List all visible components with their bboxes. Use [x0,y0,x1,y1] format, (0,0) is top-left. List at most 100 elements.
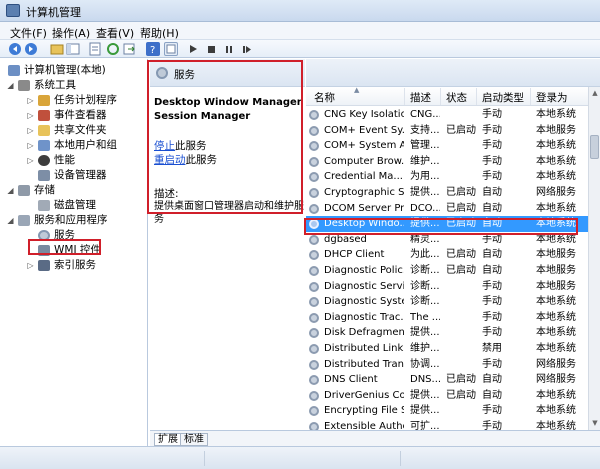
service-name: Diagnostic Polic... [324,265,404,276]
restart-icon[interactable] [240,42,254,56]
tab-extended[interactable]: 扩展 [154,433,182,446]
help-icon[interactable]: ? [146,42,160,56]
service-description: CNG... [410,109,440,120]
col-name[interactable]: 名称 [314,90,335,105]
service-name: Credential Ma... [324,171,403,183]
col-description[interactable]: 描述 [410,90,431,105]
service-row[interactable]: Disk Defragmen... 提供... 手动 本地系统 [306,325,588,341]
index-icon [38,260,50,271]
service-log-on-as: 本地服务 [536,124,576,136]
service-description: 提供... [410,389,440,401]
menu-action[interactable]: 操作(A) [52,25,90,41]
service-log-on-as: 网络服务 [536,187,576,198]
scroll-thumb[interactable] [590,135,599,159]
service-log-on-as: 本地系统 [536,389,576,401]
col-status[interactable]: 状态 [446,90,467,105]
service-startup-type: 手动 [482,405,502,417]
service-row[interactable]: dgbased 精灵... 手动 本地系统 [306,232,588,248]
scroll-down-icon[interactable]: ▼ [591,419,599,427]
up-folder-icon[interactable] [50,42,64,56]
stop-icon[interactable] [204,42,218,56]
service-startup-type: 手动 [482,140,502,152]
service-startup-type: 手动 [482,171,502,183]
export-icon[interactable] [122,42,136,56]
window-title: 计算机管理 [26,6,81,19]
service-row[interactable]: Diagnostic Servi... 诊断... 手动 本地服务 [306,279,588,295]
console-tree-icon[interactable] [66,42,80,56]
service-startup-type: 手动 [482,311,502,323]
service-row[interactable]: COM+ Event Sy... 支持... 已启动 手动 本地服务 [306,123,588,139]
service-row[interactable]: DHCP Client 为此... 已启动 自动 本地服务 [306,247,588,263]
clock-icon [38,95,50,106]
service-startup-type: 自动 [482,389,502,401]
menu-view[interactable]: 查看(V) [96,25,134,41]
gear-icon [156,67,168,79]
restart-service-link[interactable]: 重启动此服务 [154,152,217,167]
expand-icon[interactable]: ▷ [26,126,35,135]
collapse-icon[interactable]: ◢ [6,186,15,195]
service-row[interactable]: Credential Ma... 为用... 手动 本地系统 [306,169,588,185]
properties-icon[interactable] [88,42,102,56]
service-startup-type: 手动 [482,155,502,167]
scroll-up-icon[interactable]: ▲ [591,89,599,97]
menu-file[interactable]: 文件(F) [10,25,47,41]
service-description: 为此... [410,249,440,261]
service-row[interactable]: DriverGenius Co... 提供... 已启动自动 本地系统 [306,388,588,404]
service-gear-icon [309,234,319,245]
service-startup-type: 自动 [482,187,502,198]
service-status: 已启动 [446,187,476,198]
expand-icon[interactable]: ▷ [26,141,35,150]
view-icon[interactable] [164,42,178,56]
service-row[interactable]: Computer Brow... 维护... 手动 本地系统 [306,154,588,170]
service-log-on-as: 本地系统 [536,140,576,152]
collapse-icon[interactable]: ◢ [6,216,15,225]
service-startup-type: 自动 [482,265,502,276]
service-startup-type: 自动 [482,249,502,261]
service-row[interactable]: Extensible Authe... 可扩... 手动 本地系统 [306,419,588,430]
expand-icon[interactable]: ▷ [26,96,35,105]
pause-icon[interactable] [222,42,236,56]
tab-standard[interactable]: 标准 [180,433,208,446]
vertical-scrollbar[interactable]: ▲ ▼ [588,87,600,430]
col-log-on-as[interactable]: 登录为 [536,90,568,105]
service-log-on-as: 本地系统 [536,218,576,230]
service-status: 已启动 [446,249,476,261]
forward-icon[interactable] [24,42,38,56]
service-row[interactable]: Distributed Tran... 协调... 手动 网络服务 [306,357,588,373]
service-row[interactable]: Diagnostic Polic... 诊断... 已启动 自动 本地服务 [306,263,588,279]
service-gear-icon [309,328,319,339]
service-gear-icon [309,110,319,120]
service-row[interactable]: Distributed Link ... 维护... 禁用 本地系统 [306,341,588,357]
service-description: 可扩... [410,421,440,430]
service-name: CNG Key Isolation [324,109,404,120]
expand-icon[interactable]: ▷ [26,261,35,270]
service-log-on-as: 本地系统 [536,311,576,323]
play-icon[interactable] [186,42,200,56]
expand-icon[interactable]: ▷ [26,111,35,120]
service-row[interactable]: Desktop Windo... 提供... 已启动 自动 本地系统 [306,216,588,232]
view-tabs: 扩展 标准 [150,430,600,446]
service-row[interactable]: Cryptographic S... 提供... 已启动自动 网络服务 [306,185,588,201]
service-description: 诊断... [410,265,440,276]
collapse-icon[interactable]: ◢ [6,81,15,90]
service-description: 支持... [410,124,440,136]
service-row[interactable]: COM+ System A... 管理... 手动 本地系统 [306,138,588,154]
service-row[interactable]: CNG Key Isolation CNG... 手动 本地系统 [306,107,588,123]
back-icon[interactable] [8,42,22,56]
refresh-icon[interactable] [106,42,120,56]
service-name: COM+ Event Sy... [324,124,404,136]
service-row[interactable]: Encrypting File S... 提供... 手动 本地系统 [306,403,588,419]
svg-text:?: ? [150,45,155,56]
menu-help[interactable]: 帮助(H) [140,25,179,41]
service-log-on-as: 网络服务 [536,374,576,386]
service-row[interactable]: Diagnostic Trac... The ... 手动 本地系统 [306,310,588,326]
col-startup-type[interactable]: 启动类型 [482,90,524,105]
stop-service-link[interactable]: 停止此服务 [154,138,207,153]
service-gear-icon [309,297,319,308]
service-row[interactable]: DCOM Server Pr... DCO... 已启动自动 本地系统 [306,201,588,217]
service-row[interactable]: Diagnostic Syste... 诊断... 手动 本地系统 [306,294,588,310]
service-name: Desktop Windo... [324,218,404,230]
service-row[interactable]: DNS Client DNS... 已启动 自动 网络服务 [306,372,588,388]
service-log-on-as: 本地服务 [536,280,576,292]
expand-icon[interactable]: ▷ [26,156,35,165]
